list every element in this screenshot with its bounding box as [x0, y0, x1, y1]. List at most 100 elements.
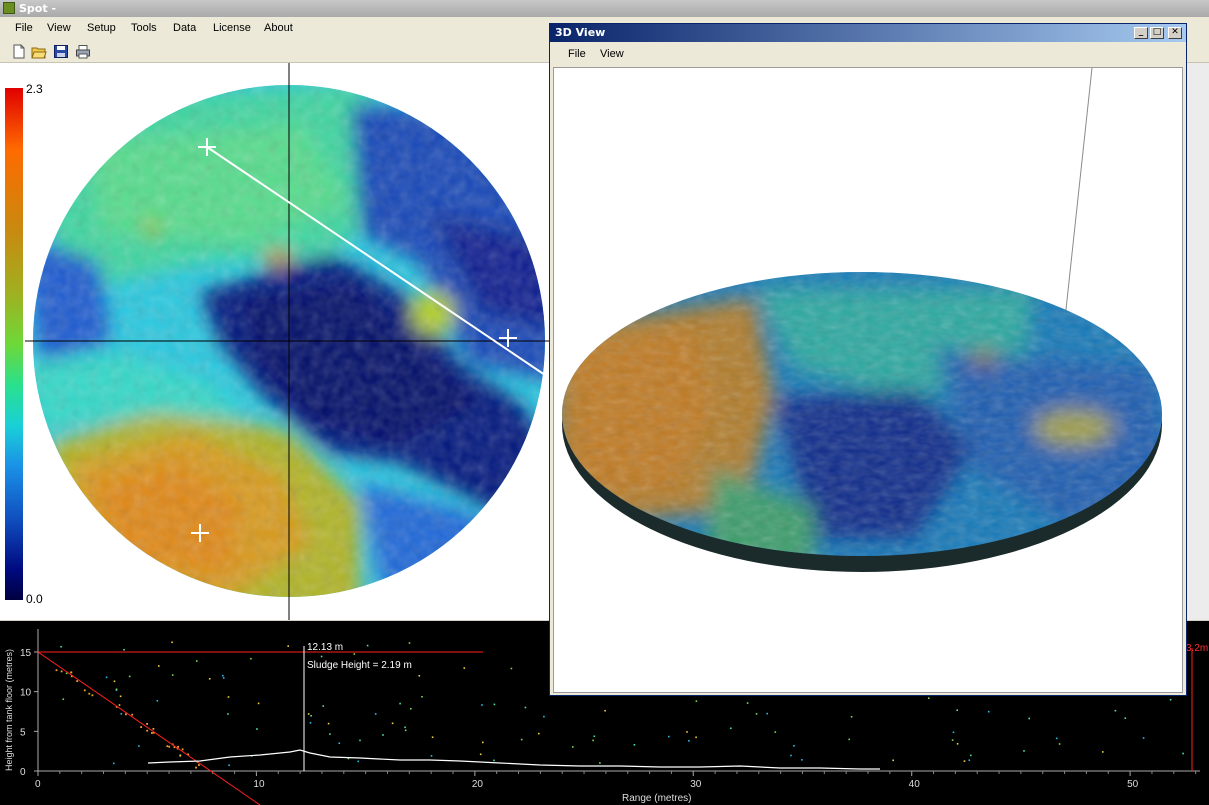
echo-point — [848, 738, 850, 741]
echo-point — [250, 657, 252, 660]
echo-point — [65, 672, 68, 675]
echo-point — [774, 731, 777, 733]
sludge-profile-line — [147, 749, 880, 770]
echo-point — [1055, 737, 1058, 740]
x-tick-label: 40 — [909, 779, 921, 790]
echo-point — [493, 759, 495, 762]
new-icon[interactable] — [11, 44, 27, 59]
echo-point — [287, 645, 289, 647]
echo-point — [1182, 752, 1184, 755]
plan-view-panel — [0, 63, 551, 620]
echo-point — [158, 665, 160, 667]
echo-point — [146, 729, 149, 732]
3d-view-window[interactable]: 3D View _ □ ✕ File View — [549, 23, 1187, 696]
echo-point — [968, 759, 971, 761]
echo-point — [113, 762, 115, 765]
right-readout: 3.2m — [1186, 643, 1208, 654]
echo-point — [177, 745, 179, 748]
echo-point — [181, 748, 184, 751]
echo-point — [208, 678, 211, 680]
x-tick-label: 50 — [1127, 779, 1139, 790]
y-tick-label: 15 — [20, 648, 32, 659]
echo-point — [196, 660, 198, 662]
close-button[interactable]: ✕ — [1168, 27, 1182, 39]
echo-point — [88, 692, 91, 695]
echo-point — [128, 675, 131, 678]
echo-point — [951, 739, 954, 741]
print-icon[interactable] — [75, 44, 91, 59]
echo-point — [357, 760, 359, 763]
echo-point — [418, 675, 421, 677]
echo-point — [430, 755, 433, 757]
y-tick-label: 5 — [20, 727, 26, 738]
3d-view-title-bar[interactable]: 3D View _ □ ✕ — [550, 24, 1186, 42]
echo-point — [790, 754, 792, 757]
menu-license[interactable]: License — [213, 22, 251, 34]
echo-point — [755, 713, 758, 715]
echo-point — [156, 700, 159, 702]
echo-point — [113, 680, 116, 683]
3d-surface[interactable] — [554, 68, 1183, 693]
echo-point — [125, 713, 127, 716]
echo-point — [970, 754, 972, 757]
echo-point — [228, 764, 230, 766]
echo-point — [131, 713, 134, 716]
app-title-bar: Spot - — [0, 0, 1209, 17]
maximize-button[interactable]: □ — [1150, 27, 1164, 39]
minimize-button[interactable]: _ — [1134, 27, 1148, 39]
echo-point — [70, 671, 72, 674]
sludge-height-readout: Sludge Height = 2.19 m — [307, 660, 412, 671]
color-scale-min: 0.0 — [26, 592, 43, 606]
menu-file[interactable]: File — [15, 22, 33, 34]
menu-data[interactable]: Data — [173, 22, 196, 34]
echo-point — [120, 713, 123, 715]
save-icon[interactable] — [53, 44, 69, 59]
y-tick-label: 0 — [20, 767, 26, 778]
echo-point — [115, 688, 118, 691]
echo-point — [1023, 750, 1025, 752]
3d-view-menu-bar: File View — [550, 42, 1186, 66]
echo-point — [543, 715, 545, 718]
x-tick-label: 10 — [253, 779, 265, 790]
echo-point — [1102, 751, 1104, 753]
echo-point — [55, 669, 58, 672]
echo-point — [1124, 717, 1127, 719]
open-icon[interactable] — [31, 44, 47, 59]
echo-point — [987, 710, 990, 713]
echo-point — [222, 674, 224, 677]
3d-menu-view[interactable]: View — [600, 48, 624, 60]
echo-point — [963, 760, 966, 762]
echo-point — [510, 667, 513, 670]
sludge-height-map[interactable] — [0, 63, 551, 620]
echo-point — [60, 670, 63, 673]
echo-point — [166, 745, 169, 748]
echo-point — [793, 745, 795, 747]
3d-render-canvas[interactable] — [553, 67, 1183, 693]
echo-point — [463, 667, 466, 669]
menu-view[interactable]: View — [47, 22, 71, 34]
echo-point — [140, 726, 142, 728]
menu-about[interactable]: About — [264, 22, 293, 34]
echo-point — [686, 731, 688, 733]
echo-point — [91, 694, 94, 697]
echo-point — [1114, 709, 1117, 712]
echo-point — [404, 726, 406, 729]
echo-point — [257, 702, 260, 705]
echo-point — [599, 762, 601, 764]
echo-point — [604, 709, 606, 712]
echo-point — [391, 722, 394, 725]
echo-point — [152, 728, 155, 730]
menu-setup[interactable]: Setup — [87, 22, 116, 34]
echo-point — [327, 722, 330, 725]
echo-point — [952, 731, 955, 734]
y-axis-label: Height from tank floor (metres) — [4, 649, 14, 771]
echo-point — [195, 766, 197, 769]
echo-point — [730, 727, 732, 730]
3d-menu-file[interactable]: File — [568, 48, 586, 60]
echo-point — [746, 702, 749, 704]
echo-point — [410, 707, 412, 710]
echo-point — [1058, 743, 1061, 745]
echo-point — [1169, 698, 1172, 701]
echo-point — [307, 713, 310, 715]
menu-tools[interactable]: Tools — [131, 22, 157, 34]
